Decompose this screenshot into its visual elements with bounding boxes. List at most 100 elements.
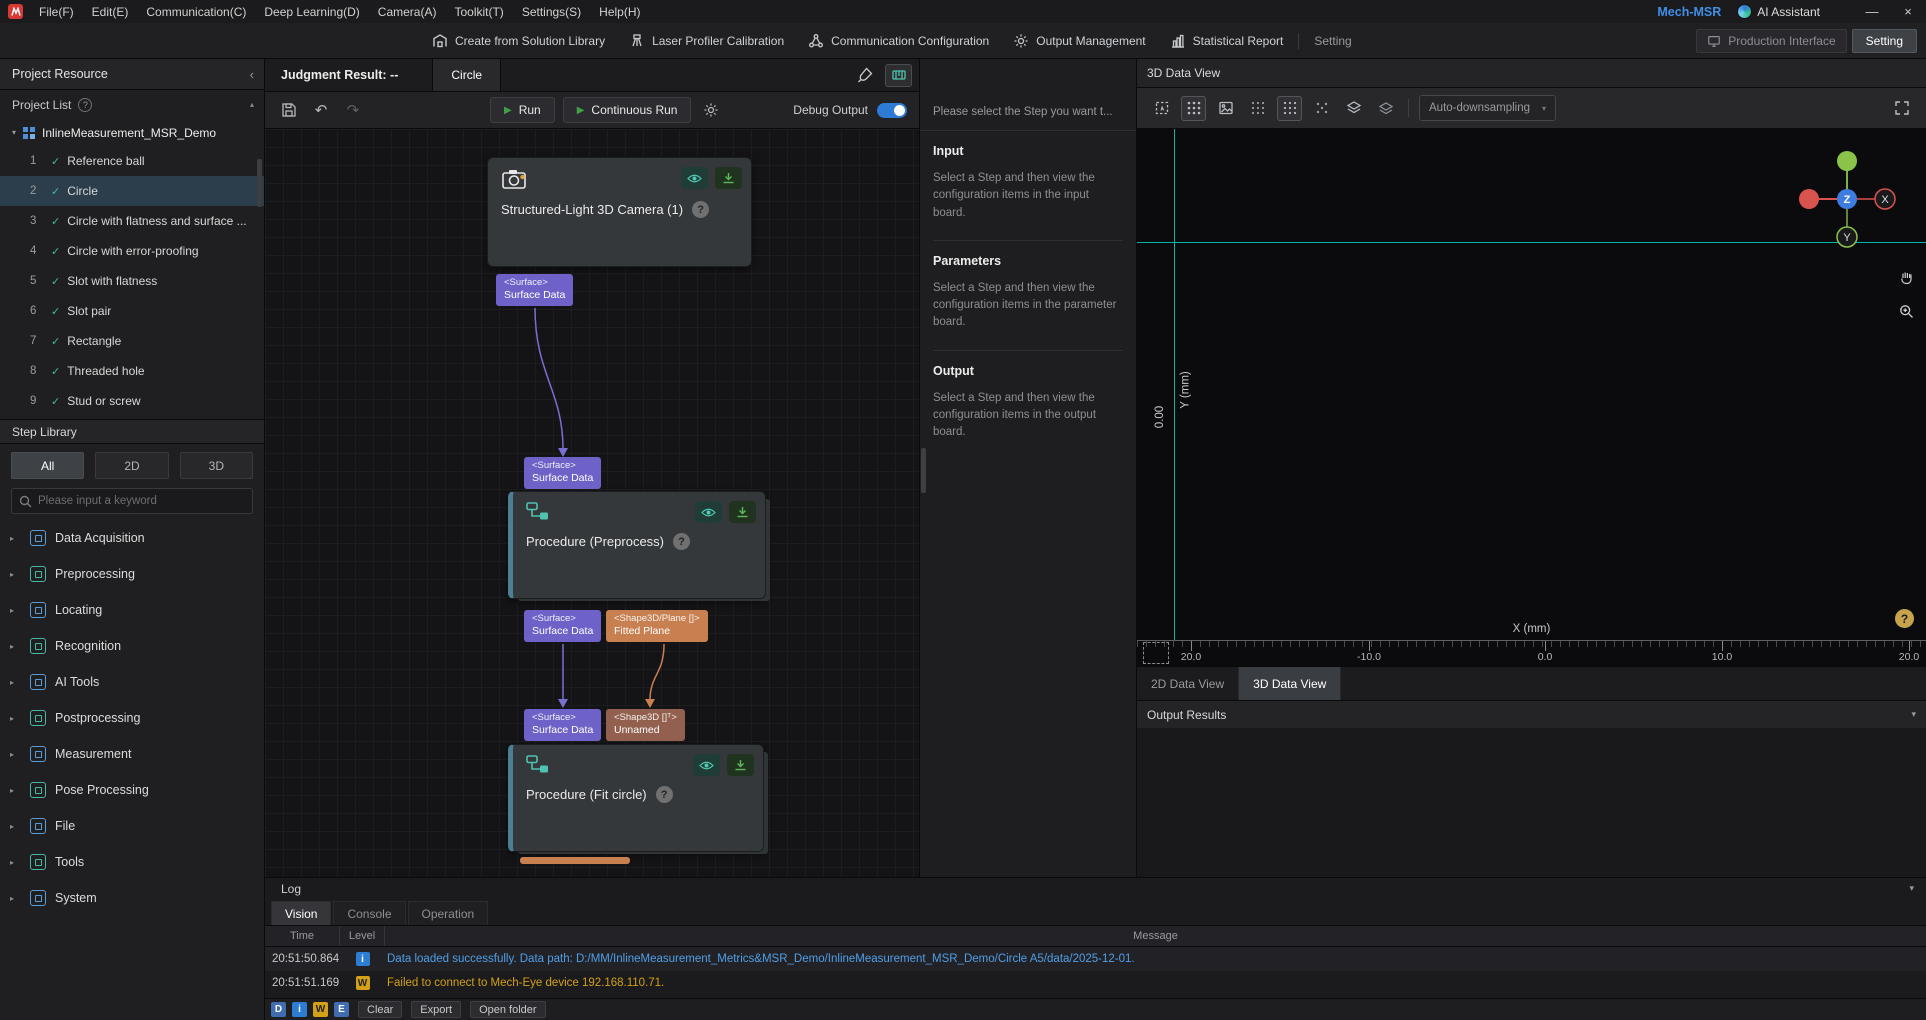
menu-item[interactable]: Communication(C) — [137, 0, 255, 23]
port-tag-unnamed[interactable]: <Shape3D []ᵀ> Unnamed — [606, 709, 685, 741]
step-search-input[interactable] — [38, 495, 245, 507]
visibility-toggle[interactable] — [681, 167, 708, 189]
laser-profiler-calibration-button[interactable]: Laser Profiler Calibration — [617, 23, 796, 58]
step-category[interactable]: ▸ Recognition — [0, 628, 264, 664]
menu-item[interactable]: Settings(S) — [513, 0, 590, 23]
expand-icon[interactable]: ▾ — [12, 128, 16, 137]
layers-alt-button[interactable] — [1373, 96, 1398, 121]
step-category[interactable]: ▸ System — [0, 880, 264, 916]
help-icon[interactable]: ? — [656, 786, 673, 803]
tab-circle[interactable]: Circle — [432, 59, 501, 91]
menu-item[interactable]: Camera(A) — [369, 0, 446, 23]
project-item[interactable]: 6 ✓ Slot pair — [0, 296, 264, 326]
log-filter-toggle[interactable]: W — [313, 1002, 328, 1017]
menu-item[interactable]: Toolkit(T) — [445, 0, 512, 23]
node-structured-light-3d-camera[interactable]: Structured-Light 3D Camera (1) ? — [487, 157, 752, 267]
project-item[interactable]: 1 ✓ Reference ball — [0, 146, 264, 176]
expand-icon[interactable]: ▸ — [10, 714, 21, 723]
scatter-view-button[interactable] — [1309, 96, 1334, 121]
scrollbar-thumb[interactable] — [257, 159, 262, 207]
sparse-grid-button[interactable] — [1245, 96, 1270, 121]
project-item[interactable]: 8 ✓ Threaded hole — [0, 356, 264, 386]
log-action-button[interactable]: Clear — [358, 1001, 402, 1018]
debug-output-toggle[interactable] — [877, 103, 907, 118]
step-category[interactable]: ▸ Locating — [0, 592, 264, 628]
expand-icon[interactable]: ▸ — [10, 822, 21, 831]
project-item[interactable]: 9 ✓ Stud or screw — [0, 386, 264, 416]
expand-icon[interactable]: ▸ — [10, 750, 21, 759]
log-filter-toggle[interactable]: D — [271, 1002, 286, 1017]
expand-icon[interactable]: ▸ — [10, 534, 21, 543]
run-button[interactable]: ▶ Run — [490, 97, 555, 123]
menu-item[interactable]: Deep Learning(D) — [255, 0, 368, 23]
step-category[interactable]: ▸ AI Tools — [0, 664, 264, 700]
step-library-tab[interactable]: 2D — [95, 452, 168, 479]
undo-button[interactable]: ↶ — [309, 98, 333, 122]
expand-icon[interactable]: ▸ — [10, 786, 21, 795]
data-view-tab[interactable]: 2D Data View — [1137, 667, 1239, 700]
help-icon[interactable]: ? — [692, 201, 709, 218]
log-filter-toggle[interactable]: i — [292, 1002, 307, 1017]
help-icon[interactable]: ? — [1895, 609, 1914, 628]
node-procedure-fit-circle[interactable]: Procedure (Fit circle) ? — [508, 744, 764, 852]
3d-viewport[interactable]: Y (mm) 0.00 Z X Y — [1137, 129, 1926, 666]
expand-icon[interactable]: ▸ — [10, 858, 21, 867]
ai-assistant-button[interactable]: AI Assistant — [1737, 4, 1820, 19]
setting-mode-button[interactable]: Setting — [1852, 29, 1917, 53]
step-category[interactable]: ▸ File — [0, 808, 264, 844]
log-row[interactable]: 20:51:50.864 i Data loaded successfully.… — [265, 947, 1926, 971]
project-item[interactable]: 7 ✓ Rectangle — [0, 326, 264, 356]
step-library-tab[interactable]: 3D — [180, 452, 253, 479]
step-category[interactable]: ▸ Pose Processing — [0, 772, 264, 808]
dense-grid-button[interactable] — [1277, 96, 1302, 121]
log-action-button[interactable]: Export — [411, 1001, 461, 1018]
setting-menu-button[interactable]: Setting — [1302, 23, 1363, 58]
log-tab[interactable]: Vision — [271, 901, 331, 925]
log-tab[interactable]: Console — [333, 901, 405, 925]
zoom-tool-button[interactable] — [1896, 301, 1916, 321]
close-icon[interactable]: × — [1890, 0, 1926, 23]
log-action-button[interactable]: Open folder — [470, 1001, 545, 1018]
help-icon[interactable]: ? — [673, 533, 690, 550]
port-tag-surface-data[interactable]: <Surface> Surface Data — [496, 274, 573, 306]
visibility-toggle[interactable] — [695, 501, 722, 523]
port-tag-surface-data[interactable]: <Surface> Surface Data — [524, 610, 601, 642]
port-tag-surface-data[interactable]: <Surface> Surface Data — [524, 457, 601, 489]
minimize-icon[interactable]: — — [1854, 0, 1890, 23]
step-category[interactable]: ▸ Measurement — [0, 736, 264, 772]
scrollbar-thumb[interactable] — [921, 448, 926, 493]
node-procedure-preprocess[interactable]: Procedure (Preprocess) ? — [508, 491, 766, 599]
continuous-run-button[interactable]: ▶ Continuous Run — [563, 97, 692, 123]
collapse-tree-icon[interactable]: ▴ — [250, 100, 254, 109]
expand-icon[interactable]: ▸ — [10, 678, 21, 687]
expand-icon[interactable]: ▸ — [10, 642, 21, 651]
save-output-button[interactable] — [715, 167, 742, 189]
redo-button[interactable]: ↷ — [341, 98, 365, 122]
image-view-button[interactable] — [1213, 96, 1238, 121]
project-item[interactable]: 4 ✓ Circle with error-proofing — [0, 236, 264, 266]
save-output-button[interactable] — [729, 501, 756, 523]
log-tab[interactable]: Operation — [408, 901, 489, 925]
measure-tool-button[interactable] — [885, 64, 912, 87]
project-item[interactable]: 3 ✓ Circle with flatness and surface ... — [0, 206, 264, 236]
help-icon[interactable]: ? — [78, 98, 92, 112]
statistical-report-button[interactable]: Statistical Report — [1158, 23, 1296, 58]
menu-item[interactable]: Help(H) — [590, 0, 649, 23]
save-output-button[interactable] — [727, 754, 754, 776]
step-category[interactable]: ▸ Preprocessing — [0, 556, 264, 592]
step-category[interactable]: ▸ Tools — [0, 844, 264, 880]
run-settings-button[interactable] — [699, 98, 723, 122]
downsampling-dropdown[interactable]: Auto-downsampling ▾ — [1419, 95, 1556, 121]
frame-select-button[interactable] — [1149, 96, 1174, 121]
project-root-row[interactable]: ▾ InlineMeasurement_MSR_Demo — [0, 119, 264, 146]
output-results-bar[interactable]: Output Results ▾ — [1137, 700, 1926, 728]
output-management-button[interactable]: Output Management — [1001, 23, 1157, 58]
pan-tool-button[interactable] — [1896, 267, 1916, 287]
save-button[interactable] — [277, 98, 301, 122]
log-header[interactable]: Log ▾ — [265, 878, 1926, 899]
create-from-solution-library-button[interactable]: Create from Solution Library — [420, 23, 617, 58]
collapse-sidebar-icon[interactable]: ‹ — [250, 67, 254, 82]
communication-configuration-button[interactable]: Communication Configuration — [796, 23, 1001, 58]
expand-icon[interactable]: ▸ — [10, 606, 21, 615]
log-filter-toggle[interactable]: E — [334, 1002, 349, 1017]
